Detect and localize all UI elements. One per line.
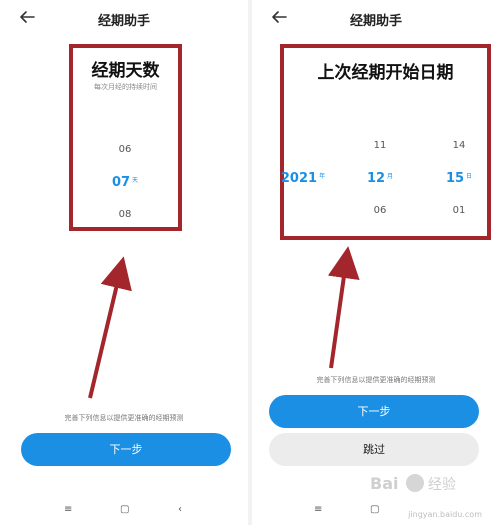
days-option-next[interactable]: 08	[105, 209, 145, 220]
days-unit: 天	[132, 177, 139, 184]
month-unit: 月	[387, 173, 394, 180]
watermark-url: jingyan.baidu.com	[408, 510, 482, 519]
days-selected-value: 07	[111, 175, 131, 190]
home-icon[interactable]: ▢	[370, 504, 379, 515]
month-option-next[interactable]: 06	[360, 205, 400, 216]
month-option-prev[interactable]: 11	[360, 140, 400, 151]
skip-button[interactable]: 跳过	[269, 433, 479, 466]
day-unit: 日	[466, 173, 473, 180]
date-picker-title: 上次经期开始日期	[317, 63, 454, 83]
picker-subtitle: 每次月经的持续时间	[94, 83, 157, 91]
days-option-prev[interactable]: 06	[105, 144, 145, 155]
day-option-prev[interactable]: 14	[439, 140, 479, 151]
month-option-selected[interactable]: 12 月	[355, 171, 405, 186]
menu-icon[interactable]: ≡	[314, 504, 322, 515]
days-option-selected[interactable]: 07 天	[100, 175, 150, 190]
year-selected-value: 2021	[280, 171, 318, 186]
baidu-watermark-logo: Bai 经验	[370, 474, 456, 493]
header-title: 经期助手	[97, 14, 150, 29]
day-option-next[interactable]: 01	[439, 205, 479, 216]
right-screen: 经期助手 上次经期开始日期 2021 年 11 12 月 06 14 15 日 01 …	[252, 0, 500, 525]
svg-text:Bai: Bai	[370, 474, 398, 493]
picker-title: 经期天数	[91, 61, 160, 81]
home-icon[interactable]: ▢	[120, 504, 129, 515]
day-selected-value: 15	[445, 171, 465, 186]
hint-text: 完善下列信息以提供更准确的经期预测	[64, 414, 184, 422]
day-option-selected[interactable]: 15 日	[434, 171, 484, 186]
header-title: 经期助手	[349, 14, 402, 29]
back-icon[interactable]: ‹	[178, 504, 182, 515]
menu-icon[interactable]: ≡	[64, 504, 72, 515]
next-button[interactable]: 下一步	[269, 395, 479, 428]
svg-text:经验: 经验	[428, 477, 456, 493]
left-screen: 经期助手 经期天数 每次月经的持续时间 06 07 天 08 完善下列信息以提供更…	[0, 0, 248, 525]
month-selected-value: 12	[366, 171, 386, 186]
next-button[interactable]: 下一步	[21, 433, 231, 466]
hint-text: 完善下列信息以提供更准确的经期预测	[316, 376, 436, 384]
year-unit: 年	[319, 173, 326, 180]
year-option-selected[interactable]: 2021 年	[278, 171, 328, 186]
